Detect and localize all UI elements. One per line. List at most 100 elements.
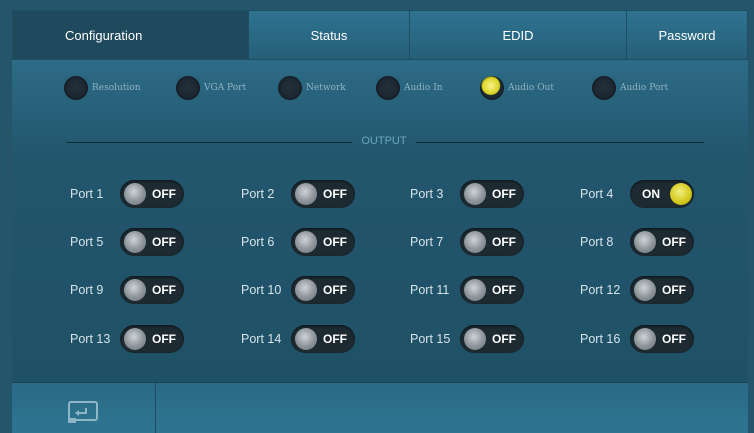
toggle-state: OFF xyxy=(323,235,347,249)
port-label: Port 5 xyxy=(70,235,104,249)
port-item: Port 1 xyxy=(70,180,103,208)
port-item: Port 13 xyxy=(70,325,110,353)
port-8-toggle[interactable]: OFF xyxy=(630,228,694,256)
port-item: Port 14 xyxy=(241,325,281,353)
subnav-label: Network xyxy=(306,83,346,93)
port-item: Port 10 xyxy=(241,276,281,304)
subnav-item-audio-out[interactable]: Audio Out xyxy=(480,74,554,102)
port-item: Port 2 xyxy=(241,180,274,208)
subnav-item-audio-in[interactable]: Audio In xyxy=(376,74,443,102)
indicator-led-active-icon xyxy=(480,76,504,100)
port-label: Port 15 xyxy=(410,332,451,346)
toggle-knob xyxy=(634,231,656,253)
toggle-knob xyxy=(670,183,692,205)
port-item: Port 9 xyxy=(70,276,103,304)
port-item: Port 6 xyxy=(241,228,274,256)
port-3-toggle[interactable]: OFF xyxy=(460,180,524,208)
port-label: Port 4 xyxy=(580,187,614,201)
port-item: Port 3 xyxy=(410,180,443,208)
port-16-toggle[interactable]: OFF xyxy=(630,325,694,353)
toggle-state: OFF xyxy=(152,187,176,201)
port-label: Port 7 xyxy=(410,235,444,249)
port-item: Port 15 xyxy=(410,325,450,353)
port-item: Port 7 xyxy=(410,228,443,256)
subnav: Resolution VGA Port Network Audio In Aud… xyxy=(12,74,748,102)
subnav-label: VGA Port xyxy=(204,83,247,93)
subnav-item-vga-port[interactable]: VGA Port xyxy=(176,74,246,102)
port-label: Port 9 xyxy=(70,283,104,297)
port-label: Port 10 xyxy=(241,283,282,297)
indicator-led-icon xyxy=(278,76,302,100)
port-item: Port 16 xyxy=(580,325,620,353)
port-label: Port 8 xyxy=(580,235,614,249)
port-15-toggle[interactable]: OFF xyxy=(460,325,524,353)
port-5-toggle[interactable]: OFF xyxy=(120,228,184,256)
footer-bar xyxy=(12,382,748,433)
toggle-state: OFF xyxy=(662,332,686,346)
toggle-state: OFF xyxy=(152,332,176,346)
toggle-knob xyxy=(634,328,656,350)
port-item: Port 12 xyxy=(580,276,620,304)
subnav-item-resolution[interactable]: Resolution xyxy=(64,74,141,102)
subnav-item-audio-port[interactable]: Audio Port xyxy=(592,74,668,102)
toggle-state: OFF xyxy=(492,283,516,297)
toggle-knob xyxy=(464,183,486,205)
port-item: Port 11 xyxy=(410,276,449,304)
port-item: Port 8 xyxy=(580,228,613,256)
toggle-state: OFF xyxy=(323,187,347,201)
return-icon[interactable] xyxy=(68,401,98,423)
tab-password[interactable]: Password xyxy=(627,11,747,59)
toggle-knob xyxy=(124,231,146,253)
toggle-state: OFF xyxy=(492,235,516,249)
port-7-toggle[interactable]: OFF xyxy=(460,228,524,256)
port-item: Port 5 xyxy=(70,228,103,256)
port-13-toggle[interactable]: OFF xyxy=(120,325,184,353)
toggle-state: OFF xyxy=(152,235,176,249)
port-6-toggle[interactable]: OFF xyxy=(291,228,355,256)
toggle-knob xyxy=(464,328,486,350)
toggle-knob xyxy=(464,231,486,253)
port-label: Port 6 xyxy=(241,235,275,249)
port-2-toggle[interactable]: OFF xyxy=(291,180,355,208)
toggle-knob xyxy=(295,279,317,301)
toggle-state: OFF xyxy=(323,283,347,297)
subnav-label: Audio Port xyxy=(620,83,669,93)
port-label: Port 14 xyxy=(241,332,282,346)
port-label: Port 1 xyxy=(70,187,104,201)
toggle-knob xyxy=(124,279,146,301)
port-14-toggle[interactable]: OFF xyxy=(291,325,355,353)
toggle-state: OFF xyxy=(323,332,347,346)
subnav-item-network[interactable]: Network xyxy=(278,74,346,102)
toggle-knob xyxy=(124,328,146,350)
footer-divider xyxy=(155,383,156,433)
port-label: Port 2 xyxy=(241,187,275,201)
port-9-toggle[interactable]: OFF xyxy=(120,276,184,304)
port-item: Port 4 xyxy=(580,180,613,208)
configuration-panel: Resolution VGA Port Network Audio In Aud… xyxy=(12,60,748,382)
toggle-state: OFF xyxy=(492,332,516,346)
divider-left xyxy=(66,142,352,143)
toggle-knob xyxy=(295,183,317,205)
tab-configuration[interactable]: Configuration xyxy=(13,11,249,59)
port-4-toggle[interactable]: ON xyxy=(630,180,694,208)
port-label: Port 12 xyxy=(580,283,621,297)
tab-status[interactable]: Status xyxy=(249,11,410,59)
port-1-toggle[interactable]: OFF xyxy=(120,180,184,208)
port-label: Port 13 xyxy=(70,332,111,346)
port-label: Port 3 xyxy=(410,187,444,201)
toggle-state: OFF xyxy=(662,283,686,297)
toggle-knob xyxy=(295,231,317,253)
indicator-led-icon xyxy=(64,76,88,100)
port-label: Port 16 xyxy=(580,332,621,346)
port-12-toggle[interactable]: OFF xyxy=(630,276,694,304)
toggle-state: OFF xyxy=(492,187,516,201)
subnav-label: Audio Out xyxy=(508,83,555,93)
port-11-toggle[interactable]: OFF xyxy=(460,276,524,304)
tab-edid[interactable]: EDID xyxy=(410,11,627,59)
divider-right xyxy=(416,142,704,143)
subnav-label: Resolution xyxy=(92,83,141,93)
toggle-knob xyxy=(295,328,317,350)
subnav-label: Audio In xyxy=(404,83,443,93)
port-10-toggle[interactable]: OFF xyxy=(291,276,355,304)
indicator-led-icon xyxy=(592,76,616,100)
